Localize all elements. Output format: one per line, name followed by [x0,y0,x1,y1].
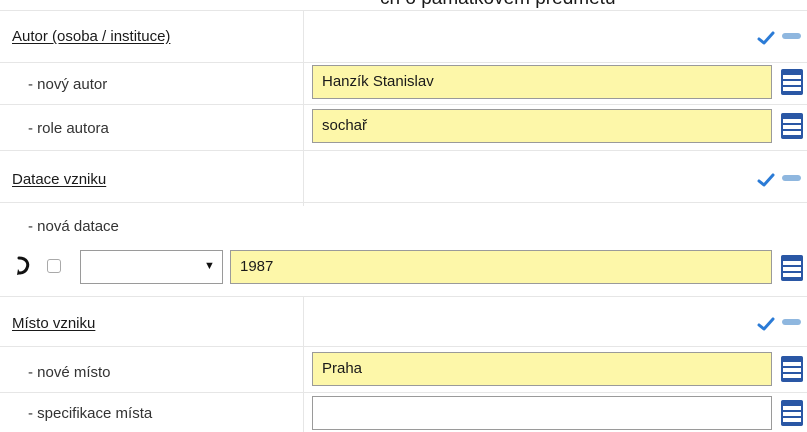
list-menu-icon[interactable] [780,400,804,426]
section-title-place[interactable]: Místo vzniku [12,315,95,332]
author-role-input[interactable]: sochař [312,109,772,143]
row-divider [0,392,807,393]
section-title-dating[interactable]: Datace vzniku [12,171,106,188]
dating-checkbox[interactable] [47,259,61,273]
clipped-heading: ch o památkovém předmětu [380,0,616,10]
list-menu-icon[interactable] [780,113,804,139]
row-divider [0,150,807,151]
author-role-label: - role autora [28,120,109,137]
new-dating-label: - nová datace [28,218,119,235]
minus-icon[interactable] [782,175,801,181]
list-menu-icon[interactable] [780,255,804,281]
chevron-down-icon[interactable]: ▼ [204,260,215,272]
list-menu-icon[interactable] [780,69,804,95]
row-divider [0,296,807,297]
column-divider [303,296,304,432]
column-divider [303,10,304,206]
minus-icon[interactable] [782,319,801,325]
new-author-label: - nový autor [28,76,108,93]
place-spec-input[interactable] [312,396,772,430]
row-divider [0,10,807,11]
row-divider [0,62,807,63]
checkmark-icon[interactable] [757,172,775,188]
row-divider [0,346,807,347]
hook-arrow-icon[interactable] [16,255,32,277]
dating-value-input[interactable]: 1987 [230,250,772,284]
new-place-input[interactable]: Praha [312,352,772,386]
place-spec-label: - specifikace místa [28,405,153,422]
dating-type-select[interactable] [80,250,223,284]
list-menu-icon[interactable] [780,356,804,382]
minus-icon[interactable] [782,33,801,39]
row-divider [0,104,807,105]
new-place-label: - nové místo [28,364,111,381]
checkmark-icon[interactable] [757,316,775,332]
checkmark-icon[interactable] [757,30,775,46]
row-divider [0,202,807,203]
new-author-input[interactable]: Hanzík Stanislav [312,65,772,99]
section-title-author[interactable]: Autor (osoba / instituce) [12,28,170,45]
